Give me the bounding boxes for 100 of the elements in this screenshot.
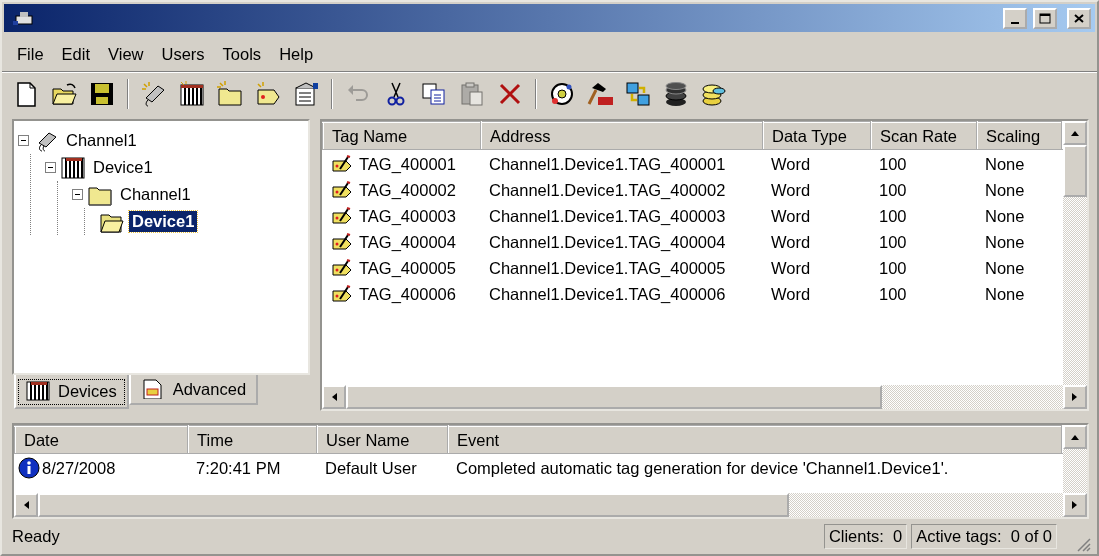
maximize-icon <box>1039 12 1051 24</box>
table-cell: None <box>977 150 1062 177</box>
caret-left-icon <box>23 500 29 510</box>
table-cell-text: Word <box>770 257 812 279</box>
tag-icon <box>331 232 353 252</box>
status-text: Ready <box>12 527 60 546</box>
tag-icon <box>331 180 353 200</box>
menu-item[interactable]: View <box>99 42 153 66</box>
caret-up-icon <box>1070 434 1080 440</box>
tree-item[interactable]: Device1 <box>90 157 156 178</box>
hammer-icon <box>586 80 614 108</box>
tag-icon <box>331 284 353 304</box>
status-pane: Clients: 0 <box>823 524 908 549</box>
menu-item[interactable]: Tools <box>213 42 271 66</box>
scroll-right-button[interactable] <box>1063 385 1087 409</box>
paste-icon <box>458 80 486 108</box>
column-header[interactable]: User Name <box>317 426 448 454</box>
table-cell-text: Word <box>770 231 812 253</box>
close-button[interactable] <box>1067 7 1091 29</box>
table-cell: TAG_400004 <box>359 232 456 252</box>
table-cell-text: 100 <box>878 257 908 279</box>
minimize-button[interactable] <box>1003 7 1027 29</box>
document-icon <box>140 379 165 399</box>
table-cell: TAG_400003 <box>359 206 456 226</box>
scroll-left-button[interactable] <box>322 385 346 409</box>
scroll-right-button[interactable] <box>1063 493 1087 517</box>
scrollbar-thumb[interactable] <box>346 385 882 409</box>
collapse-toggle[interactable] <box>18 135 29 146</box>
table-cell-text: Channel1.Device1.TAG_400005 <box>488 257 727 279</box>
column-header[interactable]: Data Type <box>763 122 871 150</box>
table-cell: 8/27/2008 <box>42 458 116 478</box>
menu-item[interactable]: Users <box>152 42 214 66</box>
tab[interactable]: Devices <box>14 375 129 409</box>
resize-grip-icon[interactable] <box>1075 536 1091 552</box>
tree-item[interactable]: Device1 <box>129 211 198 232</box>
maximize-button[interactable] <box>1033 7 1057 29</box>
status-pane: Active tags: 0 of 0 <box>911 524 1057 549</box>
scrollbar-thumb[interactable] <box>1063 145 1087 197</box>
tree-item[interactable]: Channel1 <box>63 130 140 151</box>
column-header[interactable]: Tag Name <box>323 122 481 150</box>
column-header[interactable]: Event <box>448 426 1062 454</box>
collapse-toggle[interactable] <box>45 162 56 173</box>
column-header[interactable]: Date <box>15 426 188 454</box>
table-cell: TAG_400001 <box>359 154 456 174</box>
tag-icon <box>331 206 353 226</box>
table-cell-text: Word <box>770 205 812 227</box>
scroll-up-button[interactable] <box>1063 425 1087 449</box>
rack-icon <box>178 80 206 108</box>
column-header[interactable]: Time <box>188 426 317 454</box>
table-cell-text: Channel1.Device1.TAG_400004 <box>488 231 727 253</box>
caret-up-icon <box>1070 130 1080 136</box>
tag-icon <box>254 80 282 108</box>
menu-item[interactable]: File <box>8 42 53 66</box>
properties-icon <box>292 80 320 108</box>
horizontal-scrollbar[interactable] <box>322 385 1087 409</box>
table-cell-text: 100 <box>878 231 908 253</box>
table-cell: Completed automatic tag generation for device 'Channel1.Device1'. <box>448 454 1062 481</box>
table-cell: TAG_400006 <box>359 284 456 304</box>
caret-right-icon <box>1072 392 1078 402</box>
tab[interactable]: Advanced <box>128 375 259 405</box>
folder-icon <box>216 80 244 108</box>
close-icon <box>1074 13 1084 23</box>
caret-right-icon <box>1072 500 1078 510</box>
scroll-up-button[interactable] <box>1063 121 1087 145</box>
collapse-toggle[interactable] <box>72 189 83 200</box>
horizontal-scrollbar[interactable] <box>14 493 1087 517</box>
table-cell: Default User <box>317 454 448 481</box>
table-cell-text: Channel1.Device1.TAG_400003 <box>488 205 727 227</box>
table-cell-text: 100 <box>878 205 908 227</box>
scroll-left-button[interactable] <box>14 493 38 517</box>
info-icon <box>18 457 40 479</box>
scrollbar-thumb[interactable] <box>38 493 790 517</box>
tree-item[interactable]: Channel1 <box>117 184 194 205</box>
copy-icon <box>420 80 448 108</box>
table-cell-text: None <box>984 231 1026 253</box>
column-header[interactable]: Address <box>481 122 763 150</box>
table-cell-text: 100 <box>878 179 908 201</box>
table-cell-text: None <box>984 257 1026 279</box>
folder-icon <box>50 80 78 108</box>
table-cell-text: Word <box>770 179 812 201</box>
table-cell-text: None <box>984 179 1026 201</box>
vertical-scrollbar[interactable] <box>1063 425 1087 493</box>
table-cell: TAG_400002 <box>359 180 456 200</box>
minimize-icon <box>1011 21 1019 24</box>
table-cell: Word <box>763 150 871 177</box>
vertical-scrollbar[interactable] <box>1063 121 1087 385</box>
column-header[interactable]: Scaling <box>977 122 1062 150</box>
caret-left-icon <box>331 392 337 402</box>
table-cell-text: Channel1.Device1.TAG_400002 <box>488 179 727 201</box>
menu-item[interactable]: Edit <box>52 42 100 66</box>
table-cell-text: Word <box>770 283 812 305</box>
tag-icon <box>331 154 353 174</box>
column-header[interactable]: Scan Rate <box>871 122 977 150</box>
table-cell-text: None <box>984 283 1026 305</box>
table-cell: Channel1.Device1.TAG_400001 <box>481 150 763 177</box>
rack-icon <box>60 155 86 180</box>
rack-icon <box>26 381 50 401</box>
table-cell: 100 <box>871 150 977 177</box>
tag-icon <box>331 258 353 278</box>
menu-item[interactable]: Help <box>270 42 323 66</box>
